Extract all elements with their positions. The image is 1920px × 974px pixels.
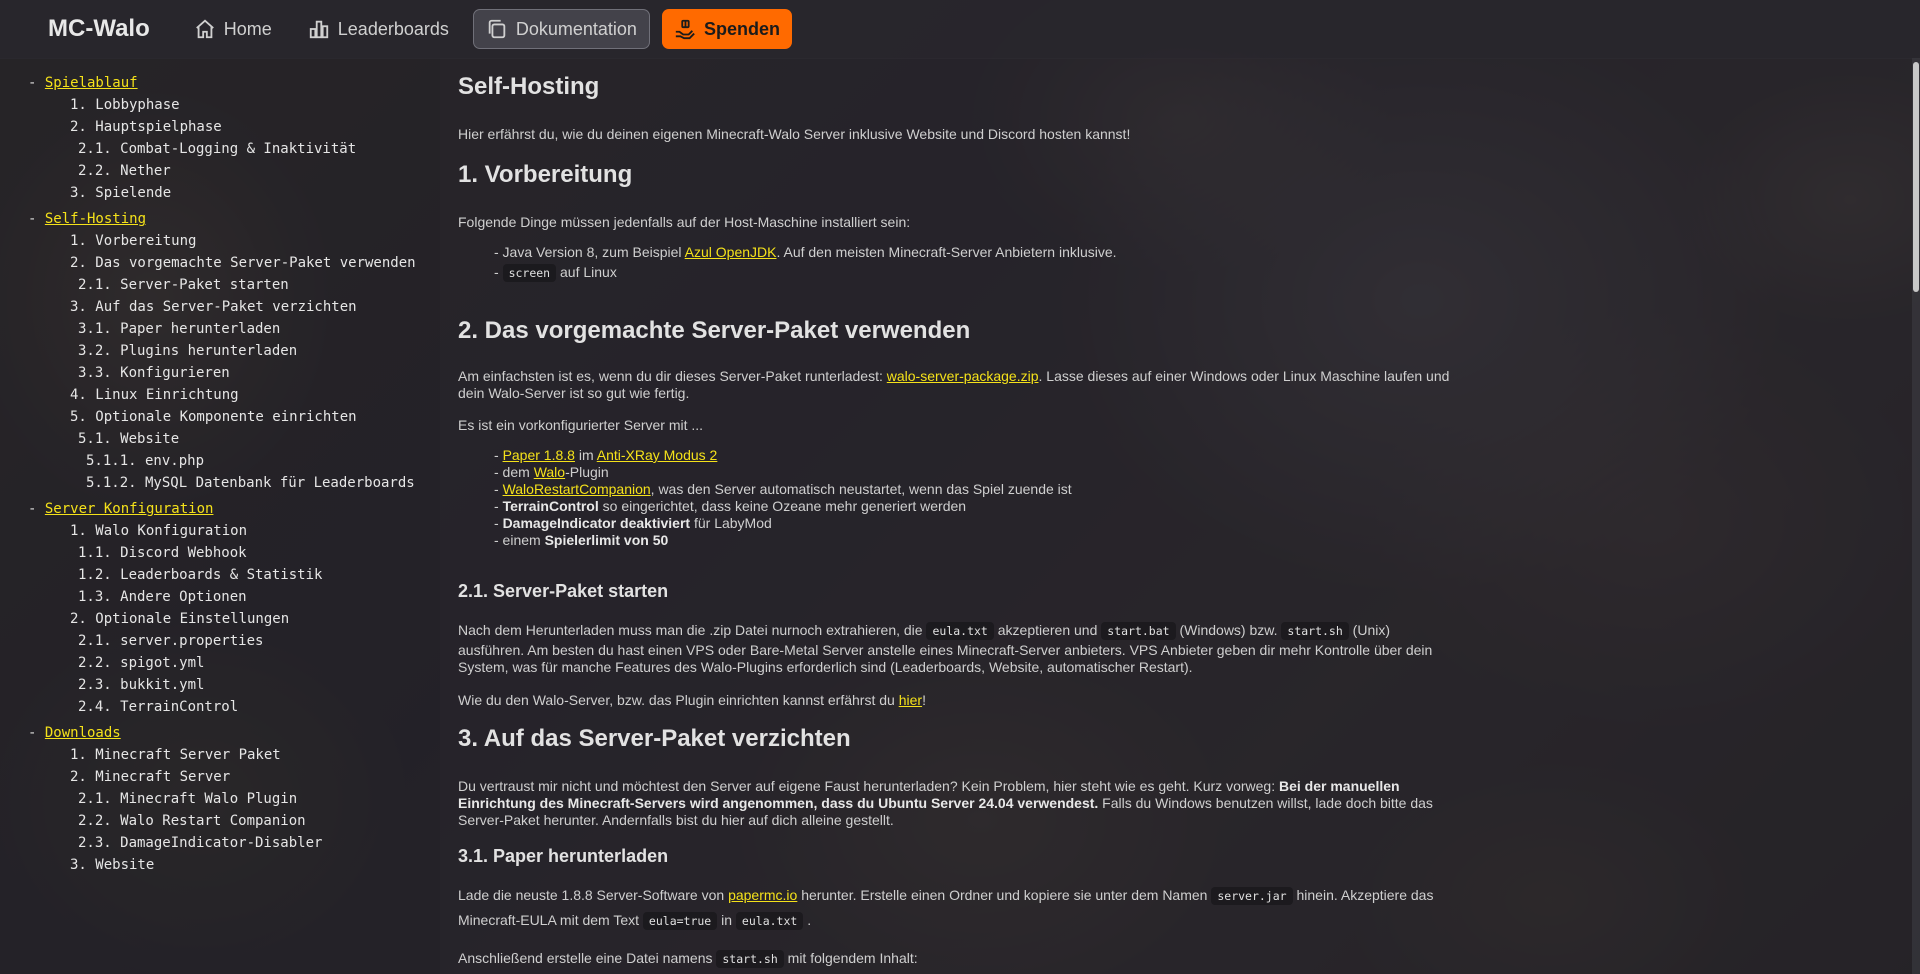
heading-verzichten: 3. Auf das Server-Paket verzichten (458, 725, 851, 752)
server-package-link[interactable]: walo-server-package.zip (887, 368, 1039, 384)
list-item: - WaloRestartCompanion, was den Server a… (494, 481, 1072, 497)
toc-item[interactable]: 1.1. Discord Webhook (0, 542, 440, 564)
vorbereitung-text: Folgende Dinge müssen jedenfalls auf der… (458, 214, 911, 230)
list-item: - Paper 1.8.8 im Anti-XRay Modus 2 (494, 447, 718, 463)
toc-item[interactable]: 2.2. Walo Restart Companion (0, 810, 440, 832)
feature-list: - Paper 1.8.8 im Anti-XRay Modus 2 - dem… (494, 447, 1484, 549)
toc-item[interactable]: 2. Optionale Einstellungen (0, 608, 440, 630)
toc-link-spielablauf[interactable]: Spielablauf (45, 75, 138, 91)
nav-home-label: Home (223, 18, 272, 39)
papermc-link[interactable]: papermc.io (728, 887, 797, 903)
toc-item[interactable]: 2. Minecraft Server (0, 766, 440, 788)
paper-start-sh-text: Anschließend erstelle eine Datei namens … (458, 950, 918, 968)
donate-hand-icon (675, 19, 695, 40)
toc-item[interactable]: 4. Linux Einrichtung (0, 384, 440, 406)
toc-item[interactable]: 5. Optionale Komponente einrichten (0, 406, 440, 428)
toc-link-self-hosting[interactable]: Self-Hosting (45, 211, 146, 227)
heading-paper-herunterladen: 3.1. Paper herunterladen (458, 846, 669, 866)
heading-server-paket-starten: 2.1. Server-Paket starten (458, 581, 669, 601)
toc-item[interactable]: 5.1.2. MySQL Datenbank für Leaderboards (0, 472, 440, 494)
toc-item[interactable]: 3. Spielende (0, 182, 440, 204)
nav-leaderboards-label: Leaderboards (337, 18, 449, 39)
toc-item[interactable]: 2.2. spigot.yml (0, 652, 440, 674)
documents-icon (488, 19, 506, 39)
toc-item[interactable]: 2.4. TerrainControl (0, 696, 440, 718)
nav-home-button[interactable]: Home (182, 9, 284, 49)
toc-item[interactable]: 3.2. Plugins herunterladen (0, 340, 440, 362)
code-server-jar: server.jar (1211, 887, 1293, 905)
toc-item[interactable]: 1. Walo Konfiguration (0, 520, 440, 542)
toc-section-server-konfiguration: - Server Konfiguration 1. Walo Konfigura… (0, 498, 440, 718)
toc-item[interactable]: 2. Das vorgemachte Server-Paket verwende… (0, 252, 440, 274)
toc-item[interactable]: 3. Auf das Server-Paket verzichten (0, 296, 440, 318)
code-start-sh: start.sh (1281, 622, 1349, 640)
toc-item[interactable]: 3.1. Paper herunterladen (0, 318, 440, 340)
nav-dokumentation-button[interactable]: Dokumentation (472, 9, 650, 49)
toc-item[interactable]: 1.2. Leaderboards & Statistik (0, 564, 440, 586)
home-icon (195, 19, 214, 39)
list-item: - screen auf Linux (494, 264, 617, 282)
toc-section-downloads: - Downloads 1. Minecraft Server Paket 2.… (0, 722, 440, 876)
toc-item[interactable]: 2.2. Nether (0, 160, 440, 182)
toc-item[interactable]: 2. Hauptspielphase (0, 116, 440, 138)
starten-hinweis: Wie du den Walo-Server, bzw. das Plugin … (458, 692, 926, 708)
code-eula-true: eula=true (642, 912, 718, 930)
walo-plugin-link[interactable]: Walo (534, 464, 565, 480)
toc-item[interactable]: 1.3. Andere Optionen (0, 586, 440, 608)
code-start-sh-2: start.sh (716, 950, 784, 968)
scrollbar-thumb[interactable] (1913, 62, 1919, 292)
nav-donate-label: Spenden (703, 18, 780, 39)
paket-text: Am einfachsten ist es, wenn du dir diese… (458, 368, 1450, 401)
toc-link-server-konfiguration[interactable]: Server Konfiguration (45, 501, 214, 517)
list-item: - TerrainControl so eingerichtet, dass k… (494, 498, 967, 514)
bar-chart-icon (309, 20, 328, 39)
main-content: Self-Hosting Hier erfährst du, wie du de… (440, 58, 1920, 974)
intro-text: Hier erfährst du, wie du deinen eigenen … (458, 126, 1131, 142)
list-item: - einem Spielerlimit von 50 (494, 532, 669, 548)
toc-item[interactable]: 5.1. Website (0, 428, 440, 450)
page-title: Self-Hosting (458, 73, 600, 100)
paket-vorkonfiguriert: Es ist ein vorkonfigurierter Server mit … (458, 417, 704, 433)
toc-item[interactable]: 2.1. Combat-Logging & Inaktivität (0, 138, 440, 160)
toc-item[interactable]: 1. Lobbyphase (0, 94, 440, 116)
list-item: - Java Version 8, zum Beispiel Azul Open… (494, 244, 1117, 260)
restart-companion-link[interactable]: WaloRestartCompanion (503, 481, 651, 497)
list-item: - dem Walo-Plugin (494, 464, 609, 480)
code-screen: screen (502, 264, 557, 282)
toc-item[interactable]: 1. Minecraft Server Paket (0, 744, 440, 766)
paper-link[interactable]: Paper 1.8.8 (503, 447, 575, 463)
toc-link-downloads[interactable]: Downloads (45, 725, 121, 741)
list-item: - DamageIndicator deaktiviert für LabyMo… (494, 515, 772, 531)
azul-openjdk-link[interactable]: Azul OpenJDK (685, 244, 777, 260)
toc-item[interactable]: 1. Vorbereitung (0, 230, 440, 252)
code-start-bat: start.bat (1101, 622, 1176, 640)
toc-item[interactable]: 5.1.1. env.php (0, 450, 440, 472)
toc-item[interactable]: 2.1. server.properties (0, 630, 440, 652)
toc-item[interactable]: 3. Website (0, 854, 440, 876)
starten-text: Nach dem Herunterladen muss man die .zip… (458, 622, 1433, 675)
sidebar-toc: - Spielablauf 1. Lobbyphase 2. Hauptspie… (0, 58, 440, 974)
toc-item[interactable]: 2.1. Server-Paket starten (0, 274, 440, 296)
top-navigation: MC-Walo Home Leaderboards Dokumentation … (0, 0, 1920, 59)
nav-dokumentation-label: Dokumentation (515, 18, 637, 39)
toc-item[interactable]: 2.3. DamageIndicator-Disabler (0, 832, 440, 854)
brand-logo[interactable]: MC-Walo (48, 15, 150, 43)
nav-leaderboards-button[interactable]: Leaderboards (296, 9, 461, 49)
heading-server-paket: 2. Das vorgemachte Server-Paket verwende… (458, 317, 971, 344)
code-eula-txt-2: eula.txt (735, 912, 804, 930)
toc-item[interactable]: 3.3. Konfigurieren (0, 362, 440, 384)
toc-section-self-hosting: - Self-Hosting 1. Vorbereitung 2. Das vo… (0, 208, 440, 494)
paper-text: Lade die neuste 1.8.8 Server-Software vo… (458, 887, 1434, 930)
anti-xray-link[interactable]: Anti-XRay Modus 2 (597, 447, 718, 463)
toc-section-spielablauf: - Spielablauf 1. Lobbyphase 2. Hauptspie… (0, 72, 440, 204)
hier-link[interactable]: hier (899, 692, 922, 708)
toc-item[interactable]: 2.3. bukkit.yml (0, 674, 440, 696)
nav-donate-button[interactable]: Spenden (661, 9, 792, 49)
verzichten-text: Du vertraust mir nicht und möchtest den … (458, 778, 1433, 828)
toc-item[interactable]: 2.1. Minecraft Walo Plugin (0, 788, 440, 810)
code-eula-txt: eula.txt (926, 622, 994, 640)
heading-vorbereitung: 1. Vorbereitung (458, 161, 633, 188)
